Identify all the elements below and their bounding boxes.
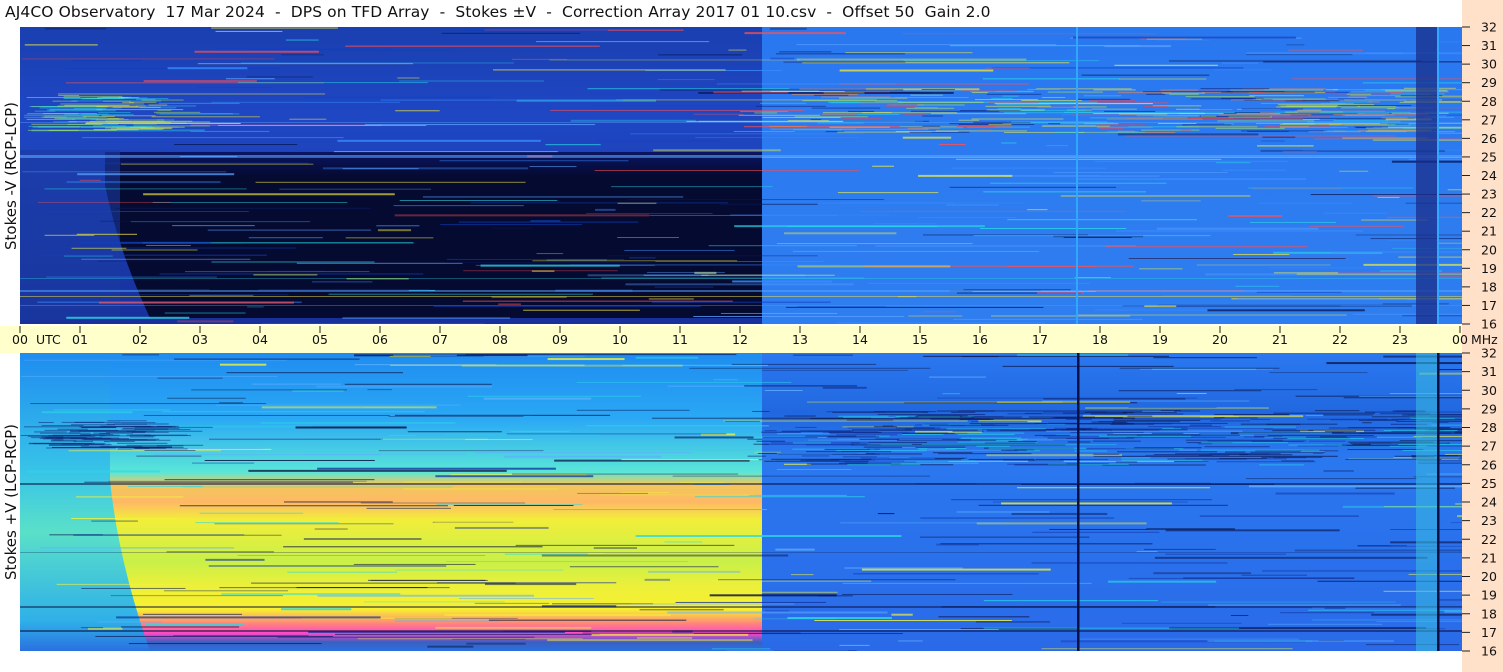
time-tick-label: 02 — [132, 332, 148, 347]
frequency-tick-label: 21 — [1481, 224, 1497, 239]
frequency-tick-label: 23 — [1481, 513, 1497, 528]
time-tick-label: 00 — [12, 332, 28, 347]
frequency-tick-label: 18 — [1481, 606, 1497, 621]
frequency-tick-label: 17 — [1481, 298, 1497, 313]
time-tick-label: 17 — [1032, 332, 1048, 347]
frequency-tick-label: 25 — [1481, 149, 1497, 164]
frequency-tick-label: 22 — [1481, 532, 1497, 547]
frequency-tick-label: 24 — [1481, 168, 1497, 183]
frequency-tick-label: 17 — [1481, 625, 1497, 640]
top-spectrogram — [20, 27, 1462, 324]
time-tick-label: 01 — [72, 332, 88, 347]
frequency-tick-label: 31 — [1481, 38, 1497, 53]
time-tick-label: 15 — [912, 332, 928, 347]
time-tick-label: 14 — [852, 332, 868, 347]
frequency-tick-label: 24 — [1481, 495, 1497, 510]
frequency-tick-label: 25 — [1481, 476, 1497, 491]
frequency-tick-label: 23 — [1481, 187, 1497, 202]
frequency-tick-label: 26 — [1481, 131, 1497, 146]
bottom-spectrogram — [20, 353, 1462, 651]
time-tick-label: 12 — [732, 332, 748, 347]
frequency-tick-label: 29 — [1481, 401, 1497, 416]
time-tick-label: 13 — [792, 332, 808, 347]
frequency-tick-label: 27 — [1481, 112, 1497, 127]
time-tick-label: 16 — [972, 332, 988, 347]
time-tick-label: 23 — [1392, 332, 1408, 347]
frequency-tick-label: 26 — [1481, 457, 1497, 472]
time-tick-label: 08 — [492, 332, 508, 347]
time-tick-label: 07 — [432, 332, 448, 347]
time-tick-label: 21 — [1272, 332, 1288, 347]
time-tick-label: 00 — [1452, 332, 1468, 347]
time-tick-label: 09 — [552, 332, 568, 347]
frequency-tick-label: 19 — [1481, 261, 1497, 276]
frequency-tick-label: 30 — [1481, 57, 1497, 72]
frequency-tick-label: 16 — [1481, 317, 1497, 332]
time-axis-band — [0, 326, 1462, 353]
frequency-tick-label: 20 — [1481, 242, 1497, 257]
time-tick-label: 19 — [1152, 332, 1168, 347]
time-tick-label: 10 — [612, 332, 628, 347]
time-unit-label: UTC — [36, 332, 61, 347]
frequency-tick-label: 28 — [1481, 94, 1497, 109]
spectrogram-chart: 32 31 30 29 28 27 26 25 24 23 22 21 20 19 18 17 16 32 31 3… — [0, 0, 1503, 672]
time-tick-label: 20 — [1212, 332, 1228, 347]
frequency-tick-label: 32 — [1481, 346, 1497, 361]
frequency-tick-label: 31 — [1481, 364, 1497, 379]
frequency-tick-label: 28 — [1481, 420, 1497, 435]
frequency-tick-label: 21 — [1481, 550, 1497, 565]
frequency-tick-label: 18 — [1481, 279, 1497, 294]
frequency-tick-label: 22 — [1481, 205, 1497, 220]
frequency-unit-label: MHz — [1471, 332, 1498, 347]
time-tick-label: 18 — [1092, 332, 1108, 347]
time-tick-label: 11 — [672, 332, 688, 347]
time-tick-label: 22 — [1332, 332, 1348, 347]
time-tick-label: 05 — [312, 332, 328, 347]
frequency-tick-label: 30 — [1481, 383, 1497, 398]
frequency-tick-label: 32 — [1481, 20, 1497, 35]
frequency-tick-label: 19 — [1481, 588, 1497, 603]
time-tick-label: 03 — [192, 332, 208, 347]
time-tick-label: 04 — [252, 332, 268, 347]
frequency-tick-label: 20 — [1481, 569, 1497, 584]
time-tick-label: 06 — [372, 332, 388, 347]
frequency-tick-label: 29 — [1481, 75, 1497, 90]
frequency-tick-label: 16 — [1481, 644, 1497, 659]
frequency-tick-label: 27 — [1481, 439, 1497, 454]
